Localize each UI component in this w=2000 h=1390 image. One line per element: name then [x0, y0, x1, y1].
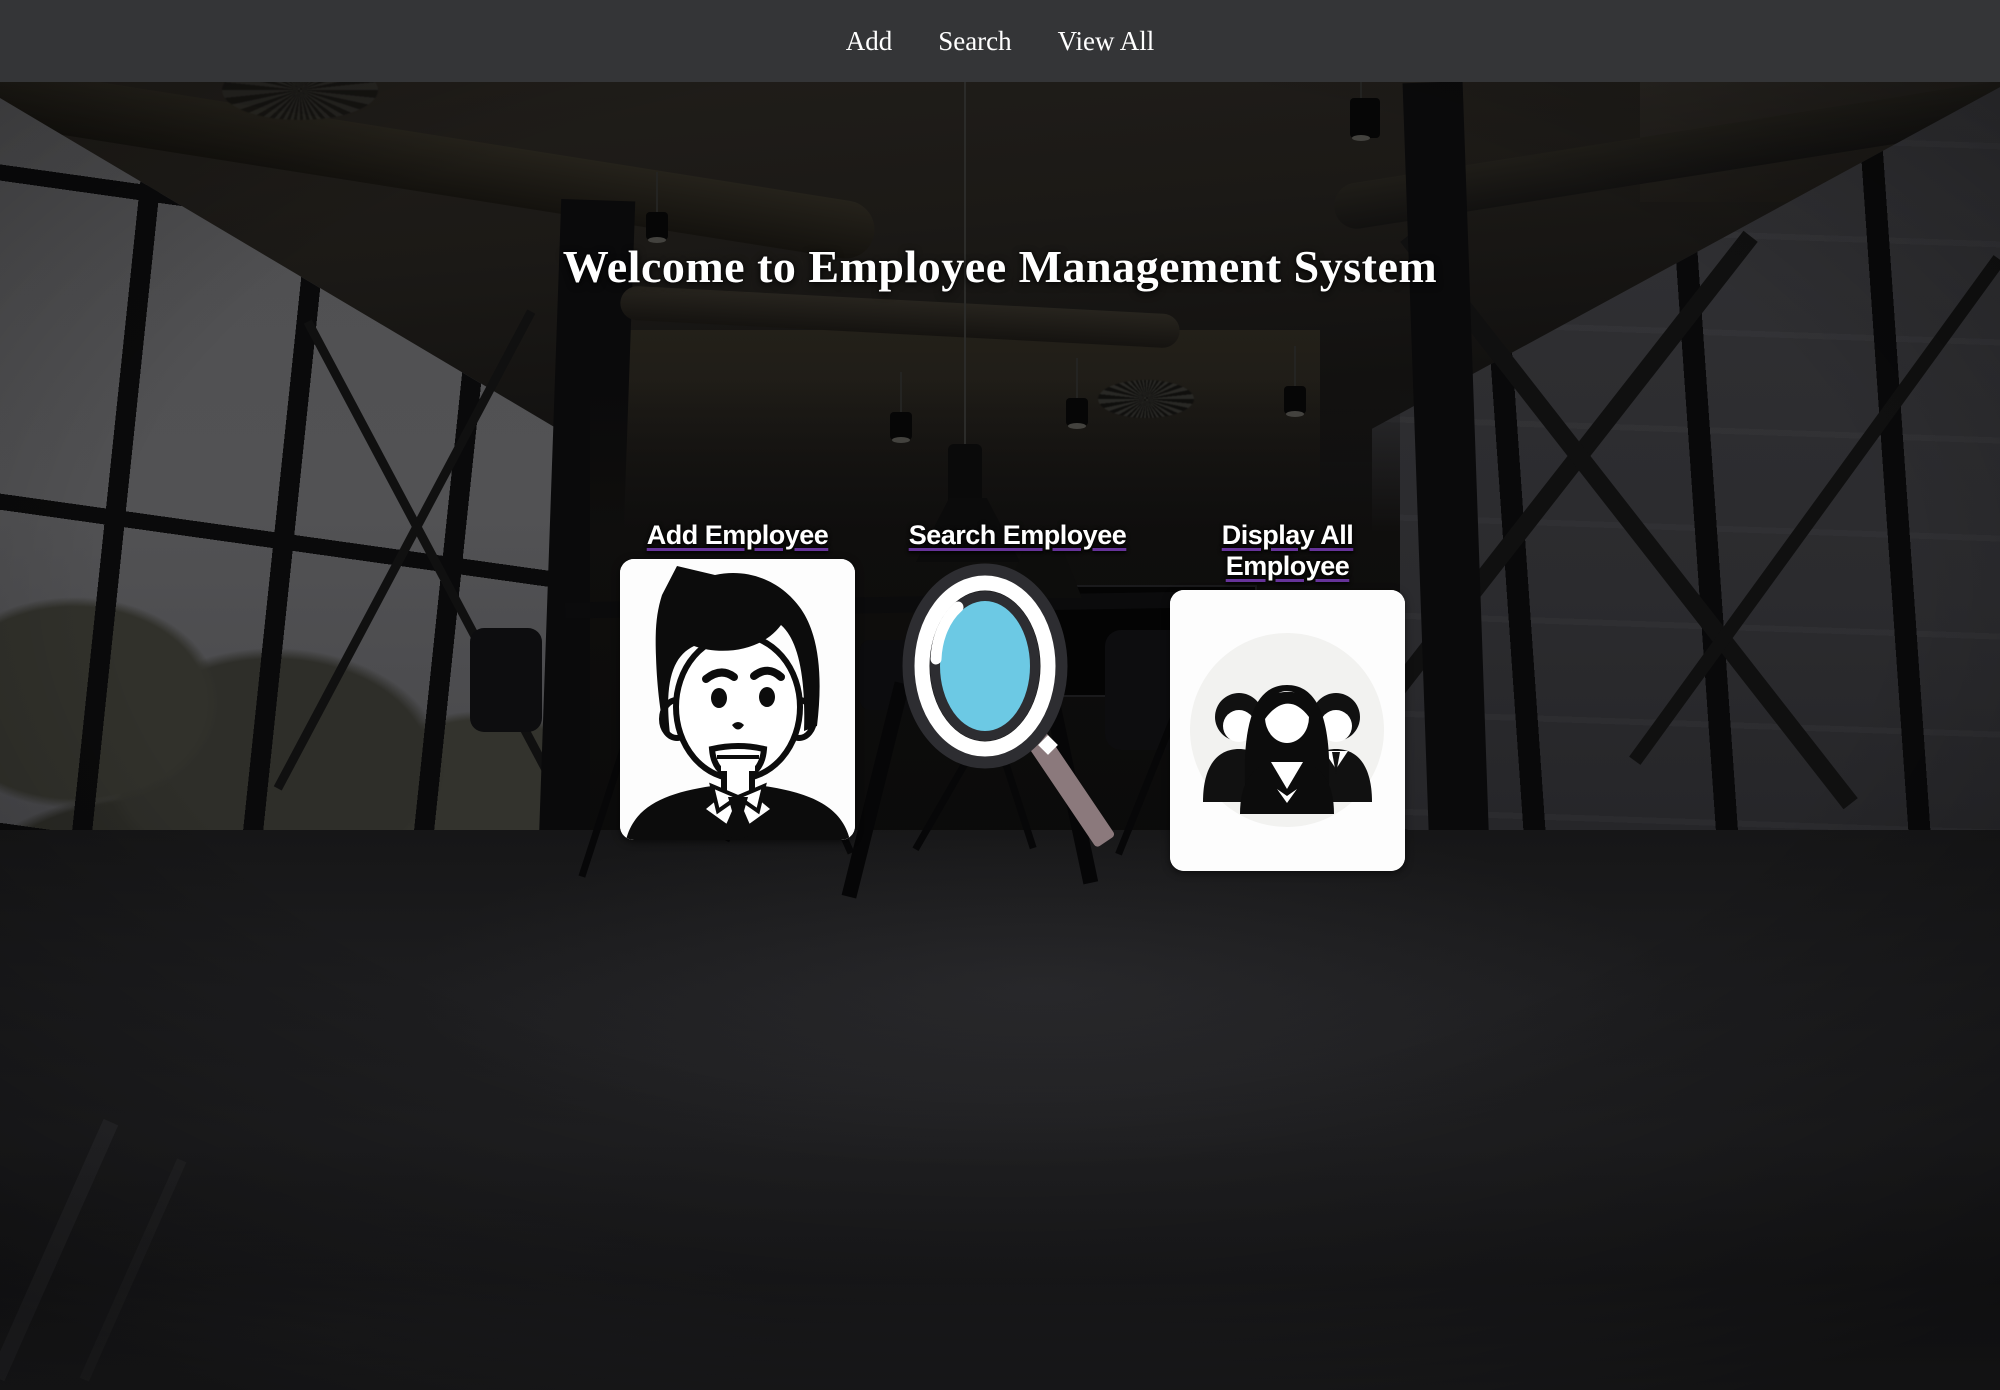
- top-navbar: Add Search View All: [0, 0, 2000, 82]
- man-avatar-icon: [620, 559, 855, 840]
- people-group-icon: [1170, 590, 1405, 871]
- search-employee-link[interactable]: Search Employee: [909, 520, 1127, 551]
- nav-link-search[interactable]: Search: [938, 26, 1011, 57]
- search-employee-image[interactable]: [900, 559, 1135, 859]
- nav-link-view-all[interactable]: View All: [1058, 26, 1155, 57]
- display-all-employee-link[interactable]: Display All Employee: [1170, 520, 1405, 582]
- display-all-employee-card[interactable]: [1170, 590, 1405, 871]
- nav-link-add[interactable]: Add: [846, 26, 893, 57]
- add-employee-card[interactable]: [620, 559, 855, 840]
- add-employee-section: Add Employee: [620, 520, 855, 840]
- add-employee-link[interactable]: Add Employee: [647, 520, 829, 551]
- search-employee-section: Search Employee: [900, 520, 1135, 859]
- magnifier-icon: [900, 559, 1135, 859]
- display-all-employee-section: Display All Employee: [1170, 520, 1405, 871]
- page-title: Welcome to Employee Management System: [0, 240, 2000, 293]
